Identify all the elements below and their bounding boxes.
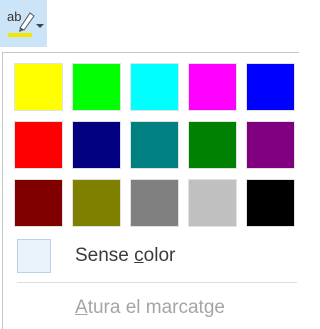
color-dropdown-panel: Sense color Atura el marcatge: [2, 52, 299, 329]
stop-highlighting-label: Atura el marcatge: [75, 297, 225, 318]
highlight-color-picker: ab Sense color Atura el marcatge: [0, 0, 299, 329]
text-highlight-color-button[interactable]: ab: [0, 0, 47, 47]
color-swatch[interactable]: [72, 121, 121, 169]
color-swatch[interactable]: [130, 179, 179, 227]
no-color-swatch: [17, 239, 51, 273]
no-color-option[interactable]: Sense color: [13, 238, 293, 274]
color-swatch[interactable]: [246, 63, 295, 111]
text-highlight-color-icon: ab: [7, 9, 35, 37]
chevron-down-icon[interactable]: [36, 24, 44, 28]
color-swatch[interactable]: [246, 121, 295, 169]
color-swatch[interactable]: [188, 121, 237, 169]
color-swatch[interactable]: [72, 63, 121, 111]
color-swatch[interactable]: [246, 179, 295, 227]
no-color-label: Sense color: [75, 245, 176, 266]
color-swatch[interactable]: [130, 63, 179, 111]
color-swatch[interactable]: [14, 121, 63, 169]
menu-separator: [17, 282, 297, 283]
color-swatch[interactable]: [14, 179, 63, 227]
color-swatch[interactable]: [72, 179, 121, 227]
color-swatch-grid: [14, 63, 295, 227]
color-swatch[interactable]: [130, 121, 179, 169]
stop-highlighting-option: Atura el marcatge: [75, 293, 225, 323]
color-swatch[interactable]: [188, 179, 237, 227]
color-swatch[interactable]: [188, 63, 237, 111]
svg-text:ab: ab: [7, 9, 21, 24]
color-swatch[interactable]: [14, 63, 63, 111]
